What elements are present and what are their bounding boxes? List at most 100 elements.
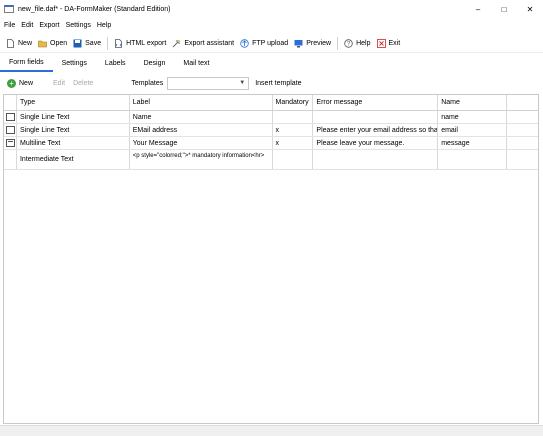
table-row[interactable]: Intermediate Text <p style="colorred;">*… xyxy=(4,150,538,170)
toolbar-separator xyxy=(337,36,339,50)
monitor-icon xyxy=(294,39,303,47)
form-fields-toolbar: + New Edit Delete Templates ▼ Insert tem… xyxy=(0,74,543,92)
open-button[interactable]: Open xyxy=(35,35,70,51)
cell-filler xyxy=(507,111,538,123)
menu-edit[interactable]: Edit xyxy=(18,22,36,29)
folder-icon xyxy=(38,40,47,47)
save-button[interactable]: Save xyxy=(70,35,104,51)
table-row[interactable]: Multiline Text Your Message x Please lea… xyxy=(4,137,538,150)
preview-button[interactable]: Preview xyxy=(291,35,334,51)
status-bar xyxy=(0,425,543,436)
cell-filler xyxy=(507,150,538,169)
multiline-icon xyxy=(6,139,15,147)
edit-field-label: Edit xyxy=(53,79,66,87)
html-export-label: HTML export xyxy=(126,39,167,47)
cell-type: Multiline Text xyxy=(17,137,130,149)
add-icon: + xyxy=(7,78,16,88)
exit-label: Exit xyxy=(388,39,401,47)
row-icon-cell xyxy=(4,137,17,149)
cell-error-message xyxy=(313,111,439,123)
help-label: Help xyxy=(356,39,371,47)
edit-field-button[interactable]: Edit xyxy=(53,80,65,87)
help-icon: ? xyxy=(344,38,353,48)
new-label: New xyxy=(18,39,33,47)
title-bar: new_file.daf* - DA-FormMaker (Standard E… xyxy=(0,0,543,18)
templates-label: Templates xyxy=(131,80,163,87)
new-field-label: New xyxy=(19,79,34,87)
new-field-button[interactable]: + New xyxy=(7,78,34,88)
column-header-type[interactable]: Type xyxy=(17,95,130,110)
tab-mail-text[interactable]: Mail text xyxy=(174,54,218,72)
export-assistant-button[interactable]: Export assistant xyxy=(169,35,237,51)
menu-help[interactable]: Help xyxy=(94,22,114,29)
export-assistant-label: Export assistant xyxy=(184,39,235,47)
window-title: new_file.daf* - DA-FormMaker (Standard E… xyxy=(18,5,171,13)
new-button[interactable]: New xyxy=(3,35,35,51)
form-fields-grid: Type Label Mandatory Error message Name … xyxy=(3,94,539,424)
cell-name: name xyxy=(438,111,508,123)
tab-labels[interactable]: Labels xyxy=(96,54,135,72)
cell-filler xyxy=(507,137,538,149)
column-header-label[interactable]: Label xyxy=(130,95,273,110)
cell-name xyxy=(438,150,508,169)
cell-name: message xyxy=(438,137,508,149)
cell-mandatory xyxy=(273,150,314,169)
save-icon xyxy=(73,39,82,47)
help-button[interactable]: ? Help xyxy=(341,35,373,51)
cell-error-message: Please enter your email address so that … xyxy=(313,124,439,136)
open-label: Open xyxy=(50,39,68,47)
app-icon xyxy=(4,5,14,13)
delete-field-button[interactable]: Delete xyxy=(73,80,93,87)
cell-label: Name xyxy=(130,111,273,123)
html-export-icon xyxy=(115,38,123,48)
delete-field-label: Delete xyxy=(73,79,94,87)
save-label: Save xyxy=(85,39,102,47)
html-export-button[interactable]: HTML export xyxy=(111,35,169,51)
column-header-name[interactable]: Name xyxy=(438,95,508,110)
minimize-button[interactable]: – xyxy=(465,0,491,18)
toolbar-separator xyxy=(107,36,109,50)
tab-settings[interactable]: Settings xyxy=(53,54,96,72)
cell-type: Single Line Text xyxy=(17,124,130,136)
menu-settings[interactable]: Settings xyxy=(63,22,94,29)
row-icon-cell xyxy=(4,124,17,136)
cell-label: Your Message xyxy=(130,137,273,149)
menu-export[interactable]: Export xyxy=(36,22,62,29)
main-tabs: Form fields Settings Labels Design Mail … xyxy=(0,54,543,72)
table-row[interactable]: Single Line Text Name name xyxy=(4,111,538,124)
exit-button[interactable]: Exit xyxy=(374,35,404,51)
cell-mandatory: x xyxy=(273,137,314,149)
ftp-upload-button[interactable]: FTP upload xyxy=(237,35,291,51)
tab-design[interactable]: Design xyxy=(135,54,175,72)
cell-type: Intermediate Text xyxy=(17,150,130,169)
column-header-filler xyxy=(507,95,538,110)
cell-type: Single Line Text xyxy=(17,111,130,123)
close-button[interactable]: ✕ xyxy=(517,0,543,18)
cell-label: <p style="colorred;">* mandatory informa… xyxy=(130,150,273,169)
cell-name: email xyxy=(438,124,508,136)
main-toolbar: New Open Save HTML export Export assista… xyxy=(0,34,543,53)
cell-mandatory: x xyxy=(273,124,314,136)
cell-error-message xyxy=(313,150,439,169)
chevron-down-icon: ▼ xyxy=(239,79,246,86)
grid-header: Type Label Mandatory Error message Name xyxy=(4,95,538,111)
tab-form-fields[interactable]: Form fields xyxy=(0,54,53,72)
single-line-icon xyxy=(6,113,15,121)
column-header-mandatory[interactable]: Mandatory xyxy=(273,95,314,110)
table-row[interactable]: Single Line Text EMail address x Please … xyxy=(4,124,538,137)
cell-error-message: Please leave your message. xyxy=(313,137,439,149)
menu-file[interactable]: File xyxy=(0,22,18,29)
ftp-upload-icon xyxy=(240,38,249,48)
window-controls: – □ ✕ xyxy=(465,0,543,18)
menu-bar: File Edit Export Settings Help xyxy=(0,18,543,33)
export-assistant-icon xyxy=(172,39,181,47)
templates-select[interactable]: ▼ xyxy=(167,76,250,90)
row-icon-cell xyxy=(4,150,17,169)
insert-template-label: Insert template xyxy=(255,79,302,87)
insert-template-button[interactable]: Insert template xyxy=(255,80,301,87)
cell-filler xyxy=(507,124,538,136)
row-icon-cell xyxy=(4,111,17,123)
maximize-button[interactable]: □ xyxy=(491,0,517,18)
column-header-error-message[interactable]: Error message xyxy=(313,95,439,110)
header-icon-column xyxy=(4,95,17,110)
